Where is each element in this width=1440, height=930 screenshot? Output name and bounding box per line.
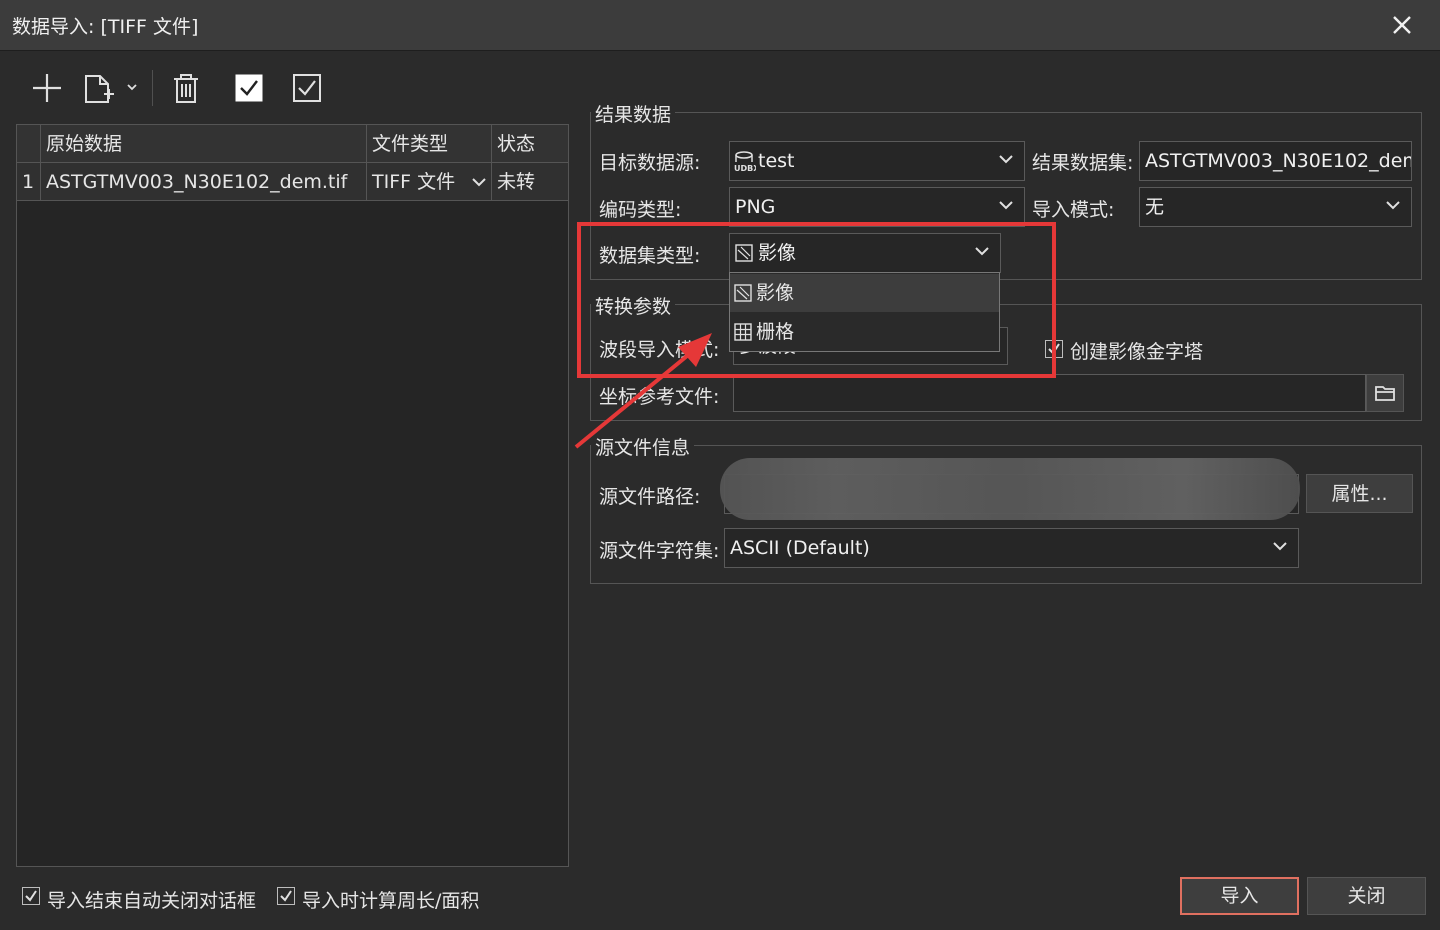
row-file-type: TIFF 文件 xyxy=(372,171,456,193)
udbx-icon: UDBX xyxy=(734,151,756,173)
chevron-down-icon xyxy=(472,178,486,187)
window-title: 数据导入: [TIFF 文件] xyxy=(12,16,199,38)
import-mode-label: 导入模式: xyxy=(1032,199,1115,221)
auto-close-label: 导入结束自动关闭对话框 xyxy=(47,890,257,912)
chevron-down-icon xyxy=(999,201,1013,210)
coord-file-input[interactable] xyxy=(733,374,1366,412)
import-mode-select[interactable]: 无 xyxy=(1139,187,1412,227)
result-dataset-input[interactable]: ASTGTMV003_N30E102_dem xyxy=(1139,141,1412,181)
import-button[interactable]: 导入 xyxy=(1180,877,1299,915)
target-datasource-select[interactable]: UDBX test xyxy=(729,141,1025,181)
dropdown-option-grid[interactable]: 栅格 xyxy=(730,313,999,351)
blurred-path xyxy=(720,458,1300,520)
convert-legend: 转换参数 xyxy=(591,292,676,319)
source-data-table[interactable]: 原始数据 文件类型 状态 1 ASTGTMV003_N30E102_dem.ti… xyxy=(16,124,569,867)
folder-icon xyxy=(1375,386,1395,401)
close-button[interactable]: 关闭 xyxy=(1307,877,1426,915)
encoding-select[interactable]: PNG xyxy=(729,187,1025,227)
dropdown-option-label: 影像 xyxy=(756,282,795,304)
target-datasource-value: test xyxy=(758,150,795,172)
charset-select[interactable]: ASCII (Default) xyxy=(724,528,1299,568)
dataset-type-dropdown[interactable]: 影像 栅格 xyxy=(729,272,1000,352)
target-datasource-label: 目标数据源: xyxy=(599,152,701,174)
browse-folder-button[interactable] xyxy=(1366,374,1404,412)
row-index: 1 xyxy=(17,163,41,201)
properties-button[interactable]: 属性... xyxy=(1306,474,1413,513)
auto-close-checkbox[interactable] xyxy=(22,887,40,905)
close-icon[interactable] xyxy=(1386,10,1418,40)
dataset-type-label: 数据集类型: xyxy=(599,245,701,267)
grid-icon xyxy=(734,323,752,341)
dropdown-option-label: 栅格 xyxy=(756,321,795,343)
calc-area-label: 导入时计算周长/面积 xyxy=(302,890,480,912)
svg-text:UDBX: UDBX xyxy=(734,164,756,173)
image-icon xyxy=(735,244,753,262)
encoding-value: PNG xyxy=(735,196,776,218)
table-header-index xyxy=(17,125,41,163)
toolbar-divider xyxy=(152,70,153,106)
chevron-down-icon xyxy=(1273,542,1287,551)
pyramid-label: 创建影像金字塔 xyxy=(1070,341,1204,363)
add-file-icon[interactable] xyxy=(80,68,142,108)
calc-area-checkbox[interactable] xyxy=(277,887,295,905)
row-status: 未转 xyxy=(492,163,568,201)
trash-icon[interactable] xyxy=(166,68,206,108)
image-icon xyxy=(734,284,752,302)
check-all-icon[interactable] xyxy=(229,68,269,108)
row-source[interactable]: ASTGTMV003_N30E102_dem.tif xyxy=(41,163,367,201)
table-header-file-type[interactable]: 文件类型 xyxy=(367,125,492,163)
source-path-label: 源文件路径: xyxy=(599,486,701,508)
charset-value: ASCII (Default) xyxy=(730,537,870,559)
chevron-down-icon xyxy=(1386,201,1400,210)
result-dataset-label: 结果数据集: xyxy=(1032,152,1134,174)
dataset-type-value: 影像 xyxy=(758,242,797,264)
dropdown-option-image[interactable]: 影像 xyxy=(730,274,999,312)
import-mode-value: 无 xyxy=(1145,196,1165,218)
result-legend: 结果数据 xyxy=(591,100,676,127)
check-invert-icon[interactable] xyxy=(287,68,327,108)
table-header-source[interactable]: 原始数据 xyxy=(41,125,367,163)
pyramid-checkbox[interactable] xyxy=(1045,340,1063,358)
charset-label: 源文件字符集: xyxy=(599,540,720,562)
encoding-label: 编码类型: xyxy=(599,199,682,221)
row-file-type-select[interactable]: TIFF 文件 xyxy=(367,163,492,201)
chevron-down-icon xyxy=(999,155,1013,164)
chevron-down-icon xyxy=(127,84,137,91)
chevron-down-icon xyxy=(975,247,989,256)
title-bar xyxy=(0,0,1440,51)
annotation-arrow-icon xyxy=(574,333,712,449)
dataset-type-select[interactable]: 影像 xyxy=(729,233,1001,273)
plus-icon[interactable] xyxy=(27,68,67,108)
table-header-status[interactable]: 状态 xyxy=(492,125,568,163)
